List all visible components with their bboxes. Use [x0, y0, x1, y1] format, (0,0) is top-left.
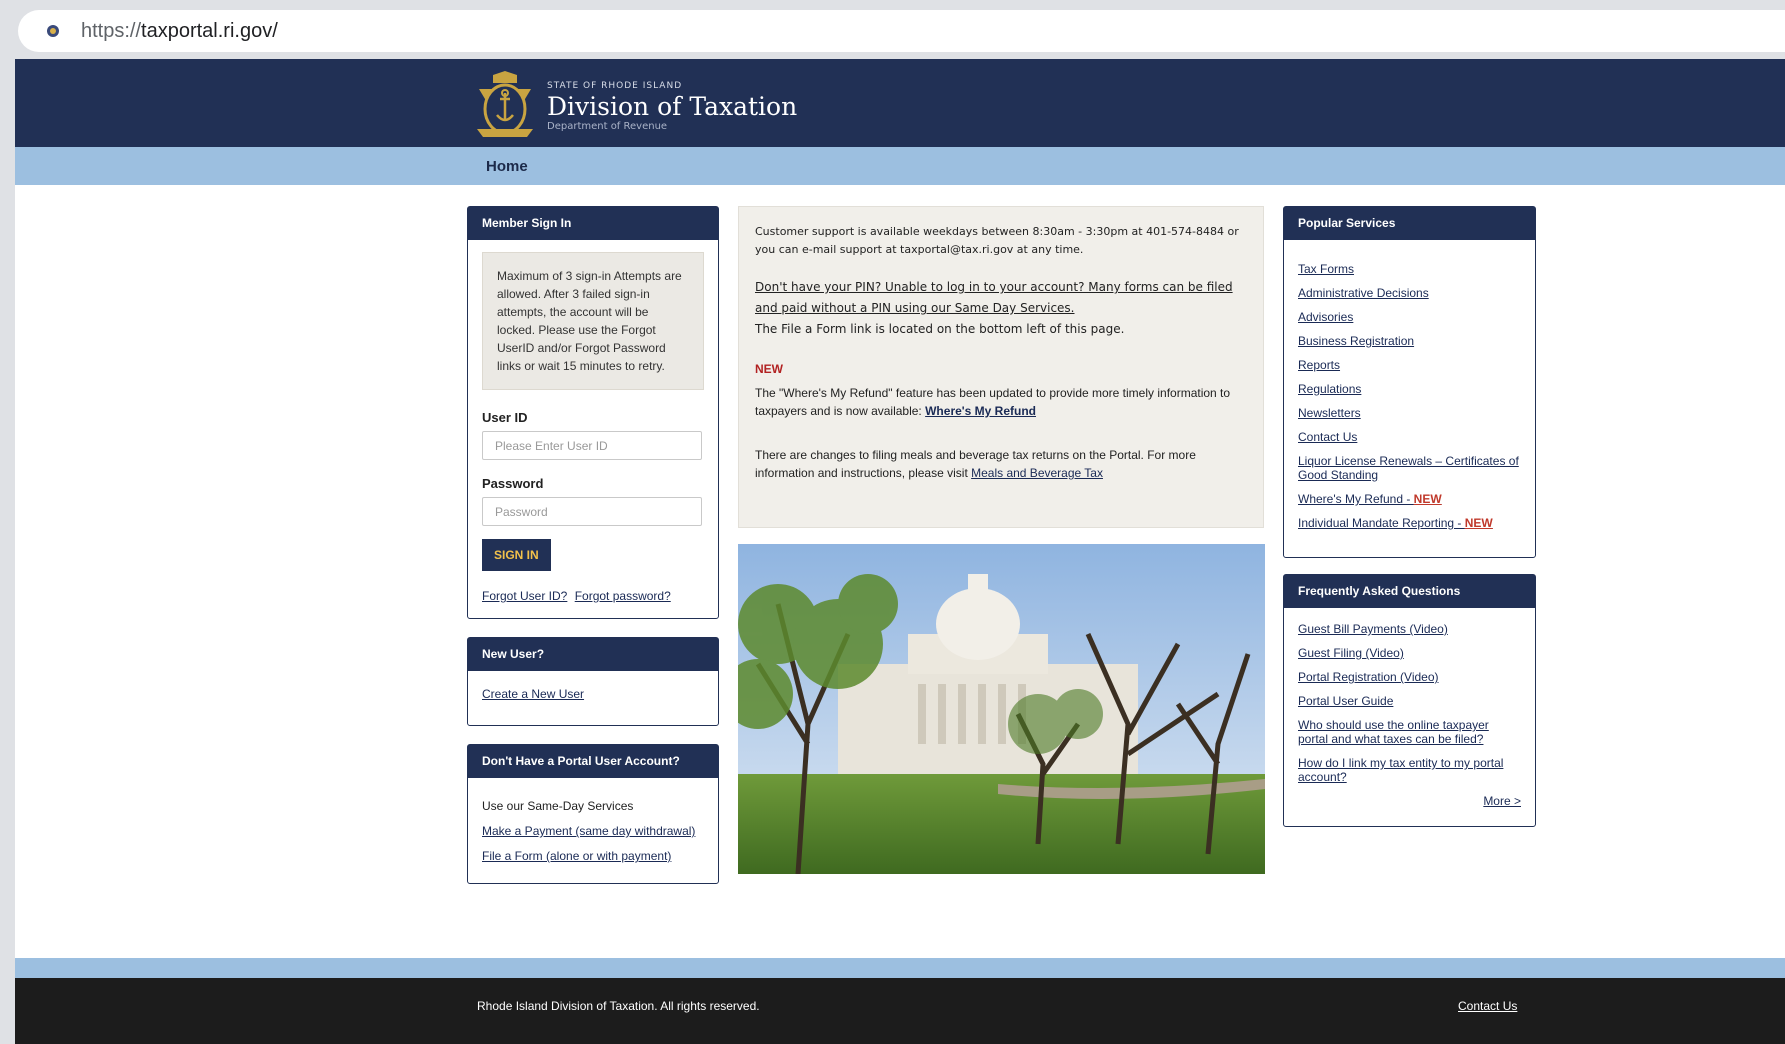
page-viewport: STATE OF RHODE ISLAND Division of Taxati…: [15, 59, 1785, 1044]
faq-user-guide-link[interactable]: Portal User Guide: [1298, 694, 1521, 708]
capitol-photo: [738, 544, 1265, 874]
new-user-title: New User?: [468, 638, 718, 671]
file-form-link[interactable]: File a Form (alone or with payment): [482, 844, 704, 869]
no-account-panel: Don't Have a Portal User Account? Use ou…: [467, 744, 719, 884]
faq-panel: Frequently Asked Questions Guest Bill Pa…: [1283, 574, 1536, 827]
new-user-panel: New User? Create a New User: [467, 637, 719, 726]
create-user-link[interactable]: Create a New User: [482, 687, 584, 701]
forgot-password-link[interactable]: Forgot password?: [575, 589, 671, 603]
site-favicon-icon: [47, 25, 59, 37]
footer-copyright: Rhode Island Division of Taxation. All r…: [477, 999, 760, 1013]
same-day-services-link[interactable]: Don't have your PIN? Unable to log in to…: [755, 280, 1233, 315]
nav-home[interactable]: Home: [486, 158, 528, 175]
password-input[interactable]: Password: [482, 497, 702, 526]
meals-paragraph: There are changes to filing meals and be…: [755, 448, 1196, 480]
faq-link-entity-link[interactable]: How do I link my tax entity to my portal…: [1298, 756, 1521, 784]
contact-us-link[interactable]: Contact Us: [1298, 430, 1521, 444]
site-footer: Rhode Island Division of Taxation. All r…: [15, 978, 1785, 1044]
newsletters-link[interactable]: Newsletters: [1298, 406, 1521, 420]
wheres-my-refund-popular-link[interactable]: Where's My Refund - NEW: [1298, 492, 1521, 506]
header-dept: Department of Revenue: [547, 120, 668, 132]
faq-guest-filing-link[interactable]: Guest Filing (Video): [1298, 646, 1521, 660]
no-account-title: Don't Have a Portal User Account?: [468, 745, 718, 778]
state-seal-icon: [477, 71, 533, 137]
footer-contact-link[interactable]: Contact Us: [1458, 999, 1517, 1013]
url-text: https://taxportal.ri.gov/: [81, 19, 278, 42]
business-registration-link[interactable]: Business Registration: [1298, 334, 1521, 348]
admin-decisions-link[interactable]: Administrative Decisions: [1298, 286, 1521, 300]
faq-more-link[interactable]: More >: [1298, 794, 1521, 808]
site-header: STATE OF RHODE ISLAND Division of Taxati…: [15, 59, 1785, 147]
info-box: Customer support is available weekdays b…: [738, 206, 1264, 528]
refund-paragraph: The "Where's My Refund" feature has been…: [755, 386, 1231, 418]
signin-title: Member Sign In: [468, 207, 718, 240]
site-logo[interactable]: STATE OF RHODE ISLAND Division of Taxati…: [467, 69, 797, 143]
faq-portal-registration-link[interactable]: Portal Registration (Video): [1298, 670, 1521, 684]
meals-beverage-link[interactable]: Meals and Beverage Tax: [971, 466, 1103, 480]
tax-forms-link[interactable]: Tax Forms: [1298, 262, 1521, 276]
footer-accent-bar: [15, 958, 1785, 978]
password-label: Password: [482, 476, 544, 491]
support-text: Customer support is available weekdays b…: [755, 225, 1239, 256]
sign-in-button[interactable]: SIGN IN: [482, 539, 551, 571]
header-title: Division of Taxation: [547, 91, 798, 121]
faq-title: Frequently Asked Questions: [1284, 575, 1535, 608]
forgot-userid-link[interactable]: Forgot User ID?: [482, 589, 567, 603]
individual-mandate-link[interactable]: Individual Mandate Reporting - NEW: [1298, 516, 1521, 530]
faq-guest-bill-link[interactable]: Guest Bill Payments (Video): [1298, 622, 1521, 636]
advisories-link[interactable]: Advisories: [1298, 310, 1521, 324]
make-payment-link[interactable]: Make a Payment (same day withdrawal): [482, 819, 704, 844]
header-state: STATE OF RHODE ISLAND: [547, 80, 683, 91]
same-day-text: Use our Same-Day Services: [482, 799, 634, 813]
popular-services-panel: Popular Services Tax Forms Administrativ…: [1283, 206, 1536, 558]
wheres-my-refund-link[interactable]: Where's My Refund: [925, 404, 1036, 418]
faq-who-should-use-link[interactable]: Who should use the online taxpayer porta…: [1298, 718, 1521, 746]
nav-bar: Home: [15, 147, 1785, 185]
userid-label: User ID: [482, 410, 528, 425]
address-bar[interactable]: https://taxportal.ri.gov/: [18, 10, 1785, 52]
member-signin-panel: Member Sign In Maximum of 3 sign-in Atte…: [467, 206, 719, 619]
file-form-note: The File a Form link is located on the b…: [755, 322, 1125, 336]
popular-title: Popular Services: [1284, 207, 1535, 240]
regulations-link[interactable]: Regulations: [1298, 382, 1521, 396]
liquor-license-link[interactable]: Liquor License Renewals – Certificates o…: [1298, 454, 1521, 482]
userid-input[interactable]: Please Enter User ID: [482, 431, 702, 460]
reports-link[interactable]: Reports: [1298, 358, 1521, 372]
signin-note: Maximum of 3 sign-in Attempts are allowe…: [482, 252, 704, 390]
new-heading: NEW: [755, 362, 783, 376]
